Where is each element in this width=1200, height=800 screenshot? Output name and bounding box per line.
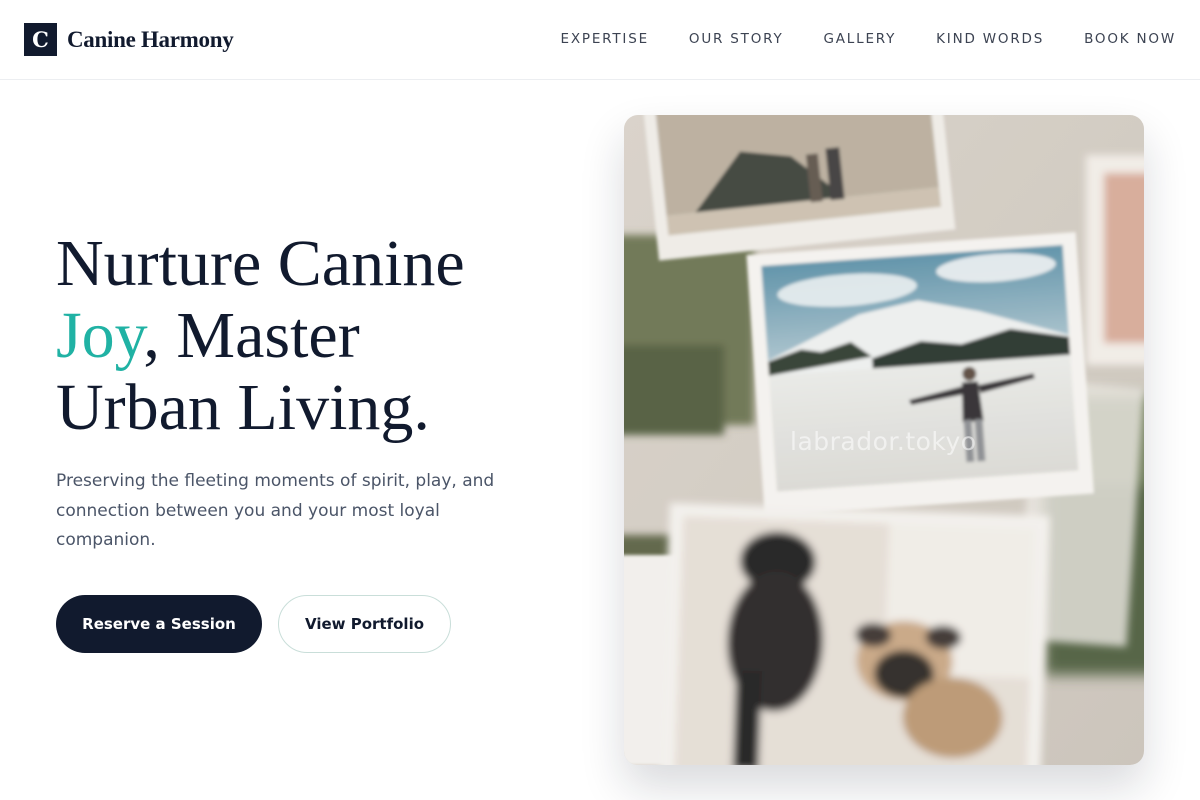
nav-link-gallery[interactable]: GALLERY (824, 31, 897, 47)
photo-watermark: labrador.tokyo (790, 427, 977, 456)
hero-title-line3: Urban Living. (56, 371, 430, 444)
nav-links: EXPERTISE OUR STORY GALLERY KIND WORDS B… (521, 31, 1176, 47)
reserve-session-button[interactable]: Reserve a Session (56, 595, 262, 653)
view-portfolio-button[interactable]: View Portfolio (278, 595, 451, 653)
hero-title: Nurture Canine Joy, Master Urban Living. (56, 228, 576, 444)
nav-link-kind-words[interactable]: KIND WORDS (936, 31, 1044, 47)
brand-logo[interactable]: C Canine Harmony (24, 23, 234, 56)
top-nav: C Canine Harmony EXPERTISE OUR STORY GAL… (0, 0, 1200, 80)
nav-link-our-story[interactable]: OUR STORY (689, 31, 784, 47)
logo-mark: C (24, 23, 57, 56)
hero-title-line1: Nurture Canine (56, 227, 465, 300)
brand-name: Canine Harmony (67, 26, 234, 52)
nav-link-expertise[interactable]: EXPERTISE (561, 31, 649, 47)
hero-subtitle: Preserving the fleeting moments of spiri… (56, 471, 495, 550)
nav-link-book-now[interactable]: BOOK NOW (1084, 31, 1176, 47)
hero-title-accent: Joy (56, 299, 144, 372)
hero-title-rest: , Master (143, 299, 360, 372)
hero-photo: labrador.tokyo (624, 115, 1144, 765)
